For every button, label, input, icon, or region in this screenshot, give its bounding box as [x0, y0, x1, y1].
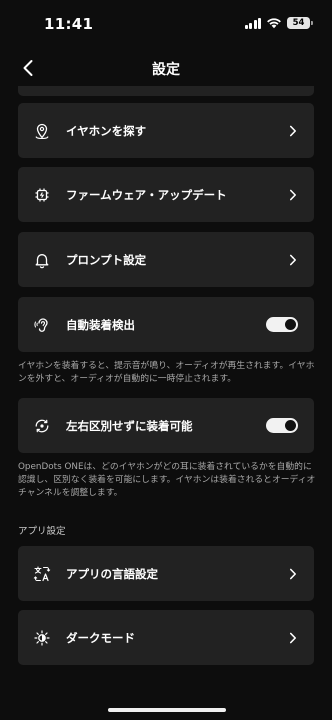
prompt-settings-label: プロンプト設定 — [66, 252, 147, 267]
app-language-row[interactable]: アプリの言語設定 — [18, 546, 314, 601]
wifi-icon — [267, 18, 281, 29]
bell-icon — [32, 250, 52, 270]
firmware-update-row[interactable]: ファームウェア・アップデート — [18, 167, 314, 222]
find-earphones-row[interactable]: イヤホンを探す — [18, 103, 314, 158]
dark-mode-row[interactable]: ダークモード — [18, 610, 314, 665]
translate-icon — [32, 564, 52, 584]
firmware-update-label: ファームウェア・アップデート — [66, 187, 227, 202]
find-earphones-label: イヤホンを探す — [66, 123, 147, 138]
status-icons: 54 — [244, 17, 313, 29]
prompt-settings-row[interactable]: プロンプト設定 — [18, 232, 314, 287]
ear-icon — [32, 315, 52, 335]
chevron-right-icon — [288, 253, 298, 267]
rotate-icon — [32, 416, 52, 436]
cellular-signal-icon — [244, 17, 261, 29]
lr-free-description: OpenDots ONEは、どのイヤホンがどの耳に装着されているかを自動的に認識… — [18, 462, 316, 498]
auto-detect-label: 自動装着検出 — [66, 317, 135, 332]
home-indicator[interactable] — [108, 708, 226, 712]
status-bar: 11:41 54 — [0, 0, 332, 50]
chevron-right-icon — [288, 631, 298, 645]
chevron-right-icon — [288, 124, 298, 138]
chevron-right-icon — [288, 188, 298, 202]
auto-detect-toggle[interactable] — [266, 317, 298, 332]
section-label-app-settings: アプリ設定 — [18, 526, 66, 537]
battery-icon: 54 — [287, 17, 313, 29]
nav-bar: 設定 — [0, 50, 332, 86]
dark-mode-label: ダークモード — [66, 630, 135, 645]
sun-icon — [32, 628, 52, 648]
toggle-knob — [285, 319, 296, 330]
status-time: 11:41 — [44, 15, 94, 33]
partial-card — [18, 86, 314, 96]
lr-free-label: 左右区別せずに装着可能 — [66, 418, 193, 433]
toggle-knob — [285, 420, 296, 431]
location-pin-icon — [32, 121, 52, 141]
page-title: 設定 — [152, 62, 180, 78]
app-language-label: アプリの言語設定 — [66, 566, 158, 581]
lr-free-toggle[interactable] — [266, 418, 298, 433]
auto-detect-row: 自動装着検出 — [18, 297, 314, 352]
chevron-right-icon — [288, 567, 298, 581]
lr-free-row: 左右区別せずに装着可能 — [18, 398, 314, 453]
auto-detect-description: イヤホンを装着すると、提示音が鳴り、オーディオが再生されます。イヤホンを外すと、… — [18, 361, 315, 384]
chip-icon — [32, 185, 52, 205]
